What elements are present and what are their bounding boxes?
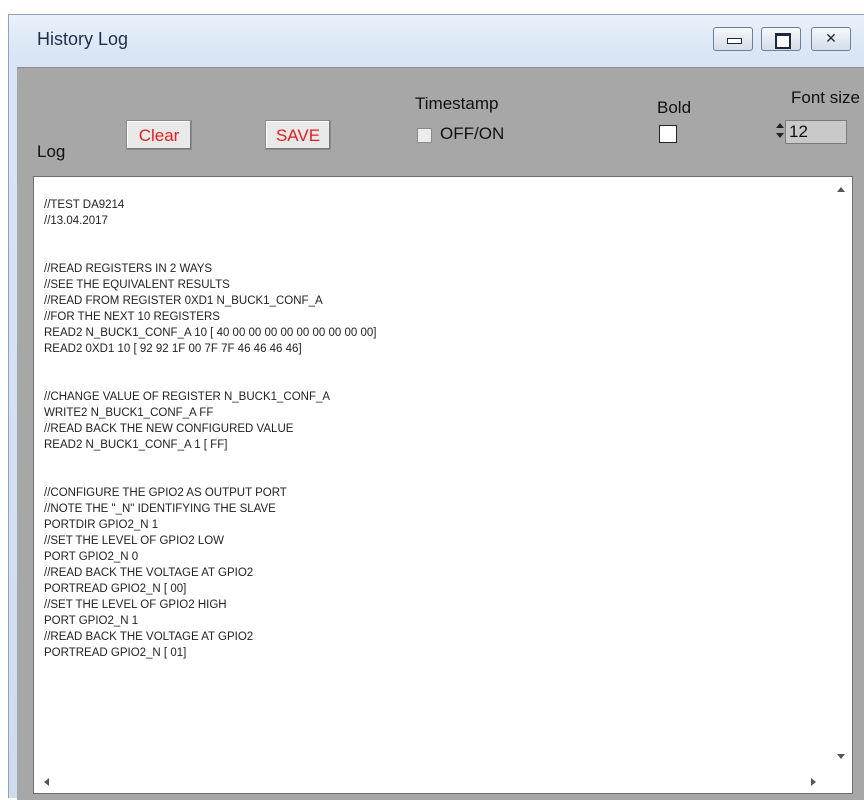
log-text-area[interactable]: //TEST DA9214 //13.04.2017 //READ REGISTER…: [33, 176, 853, 794]
log-line: WRITE2 N_BUCK1_CONF_A FF: [44, 407, 214, 419]
log-line: PORT GPIO2_N 1: [44, 615, 139, 627]
log-line: //READ BACK THE NEW CONFIGURED VALUE: [44, 423, 294, 435]
log-line: PORTDIR GPIO2_N 1: [44, 519, 159, 531]
log-line: PORT GPIO2_N 0: [44, 551, 139, 563]
font-size-label: Font size: [791, 88, 860, 107]
log-line: PORTREAD GPIO2_N [ 00]: [44, 583, 187, 595]
scroll-left-icon[interactable]: [44, 778, 49, 786]
log-line: PORTREAD GPIO2_N [ 01]: [44, 647, 187, 659]
log-line: //READ REGISTERS IN 2 WAYS: [44, 263, 213, 275]
save-button[interactable]: SAVE: [265, 120, 331, 150]
title-bar[interactable]: History Log ✕: [9, 15, 864, 67]
log-line: READ2 0XD1 10 [ 92 92 1F 00 7F 7F 46 46 …: [44, 343, 302, 355]
clear-button[interactable]: Clear: [126, 120, 192, 150]
log-line: //SEE THE EQUIVALENT RESULTS: [44, 279, 230, 291]
bold-checkbox[interactable]: [659, 125, 677, 143]
scroll-right-icon[interactable]: [811, 778, 816, 786]
scroll-up-icon[interactable]: [837, 187, 845, 192]
scroll-down-icon[interactable]: [837, 754, 845, 759]
timestamp-toggle-label: OFF/ON: [440, 124, 505, 143]
history-log-window: History Log ✕ Log Clear SAVE Timestamp O…: [8, 14, 864, 800]
spin-up-icon[interactable]: [776, 123, 784, 128]
log-line: //CHANGE VALUE OF REGISTER N_BUCK1_CONF_…: [44, 391, 331, 403]
timestamp-label: Timestamp: [415, 94, 499, 113]
maximize-button[interactable]: [761, 27, 801, 51]
log-line: //READ BACK THE VOLTAGE AT GPIO2: [44, 631, 254, 643]
log-line: //READ BACK THE VOLTAGE AT GPIO2: [44, 567, 254, 579]
window-title: History Log: [37, 29, 129, 49]
vertical-scrollbar[interactable]: [830, 177, 852, 771]
log-line: READ2 N_BUCK1_CONF_A 10 [ 40 00 00 00 00…: [44, 327, 377, 339]
log-line: //NOTE THE "_N" IDENTIFYING THE SLAVE: [44, 503, 276, 515]
spin-down-icon[interactable]: [776, 133, 784, 138]
log-line: //CONFIGURE THE GPIO2 AS OUTPUT PORT: [44, 487, 287, 499]
close-button[interactable]: ✕: [811, 27, 851, 51]
log-content: //TEST DA9214 //13.04.2017 //READ REGISTER…: [44, 197, 822, 661]
log-line: //13.04.2017: [44, 215, 108, 227]
maximize-icon: [762, 28, 800, 50]
horizontal-scrollbar[interactable]: [34, 771, 830, 793]
log-line: //TEST DA9214: [44, 199, 125, 211]
minimize-icon: [714, 28, 752, 50]
log-label: Log: [37, 142, 66, 161]
bold-label: Bold: [657, 98, 692, 117]
log-line: //FOR THE NEXT 10 REGISTERS: [44, 311, 220, 323]
close-icon: ✕: [825, 31, 837, 47]
log-line: //SET THE LEVEL OF GPIO2 LOW: [44, 535, 225, 547]
font-size-spinner[interactable]: [775, 120, 785, 142]
log-line: //READ FROM REGISTER 0XD1 N_BUCK1_CONF_A: [44, 295, 323, 307]
log-line: //SET THE LEVEL OF GPIO2 HIGH: [44, 599, 227, 611]
font-size-input[interactable]: 12: [785, 120, 847, 144]
log-client-area: Log Clear SAVE Timestamp OFF/ON Bold Fon…: [17, 67, 864, 800]
log-line: READ2 N_BUCK1_CONF_A 1 [ FF]: [44, 439, 228, 451]
minimize-button[interactable]: [713, 27, 753, 51]
timestamp-checkbox[interactable]: [417, 128, 432, 143]
